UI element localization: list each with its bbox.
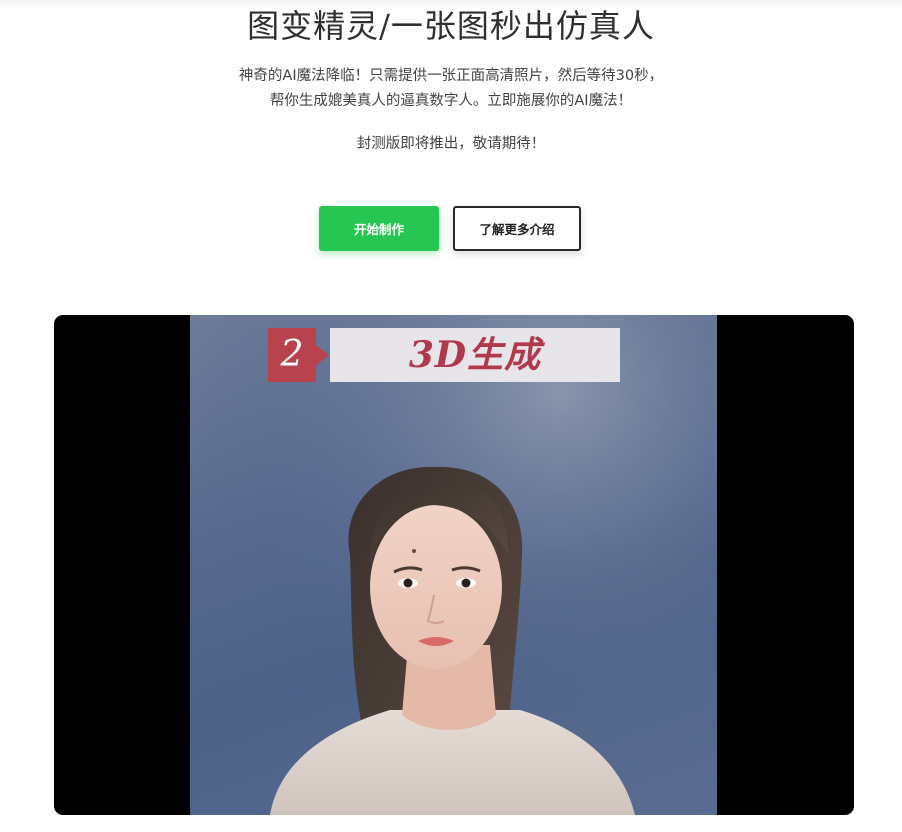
beta-notice: 封测版即将推出，敬请期待！ <box>356 136 546 152</box>
start-button[interactable]: 开始制作 <box>319 206 439 251</box>
demo-video[interactable]: 2 3D生成 <box>54 315 854 815</box>
video-caption: 2 3D生成 <box>268 328 620 382</box>
hero-description: 神奇的AI魔法降临！只需提供一张正面高清照片，然后等待30秒，帮你生成媲美真人的… <box>238 68 664 109</box>
caption-step-number: 2 <box>268 328 316 382</box>
caption-arrow-icon <box>316 345 329 365</box>
video-frame: 2 3D生成 <box>190 315 717 815</box>
caption-text: 3D生成 <box>330 328 620 382</box>
learn-more-button[interactable]: 了解更多介绍 <box>453 206 581 251</box>
page-title: 图变精灵/一张图秒出仿真人 <box>247 7 655 45</box>
portrait-image <box>190 315 717 815</box>
